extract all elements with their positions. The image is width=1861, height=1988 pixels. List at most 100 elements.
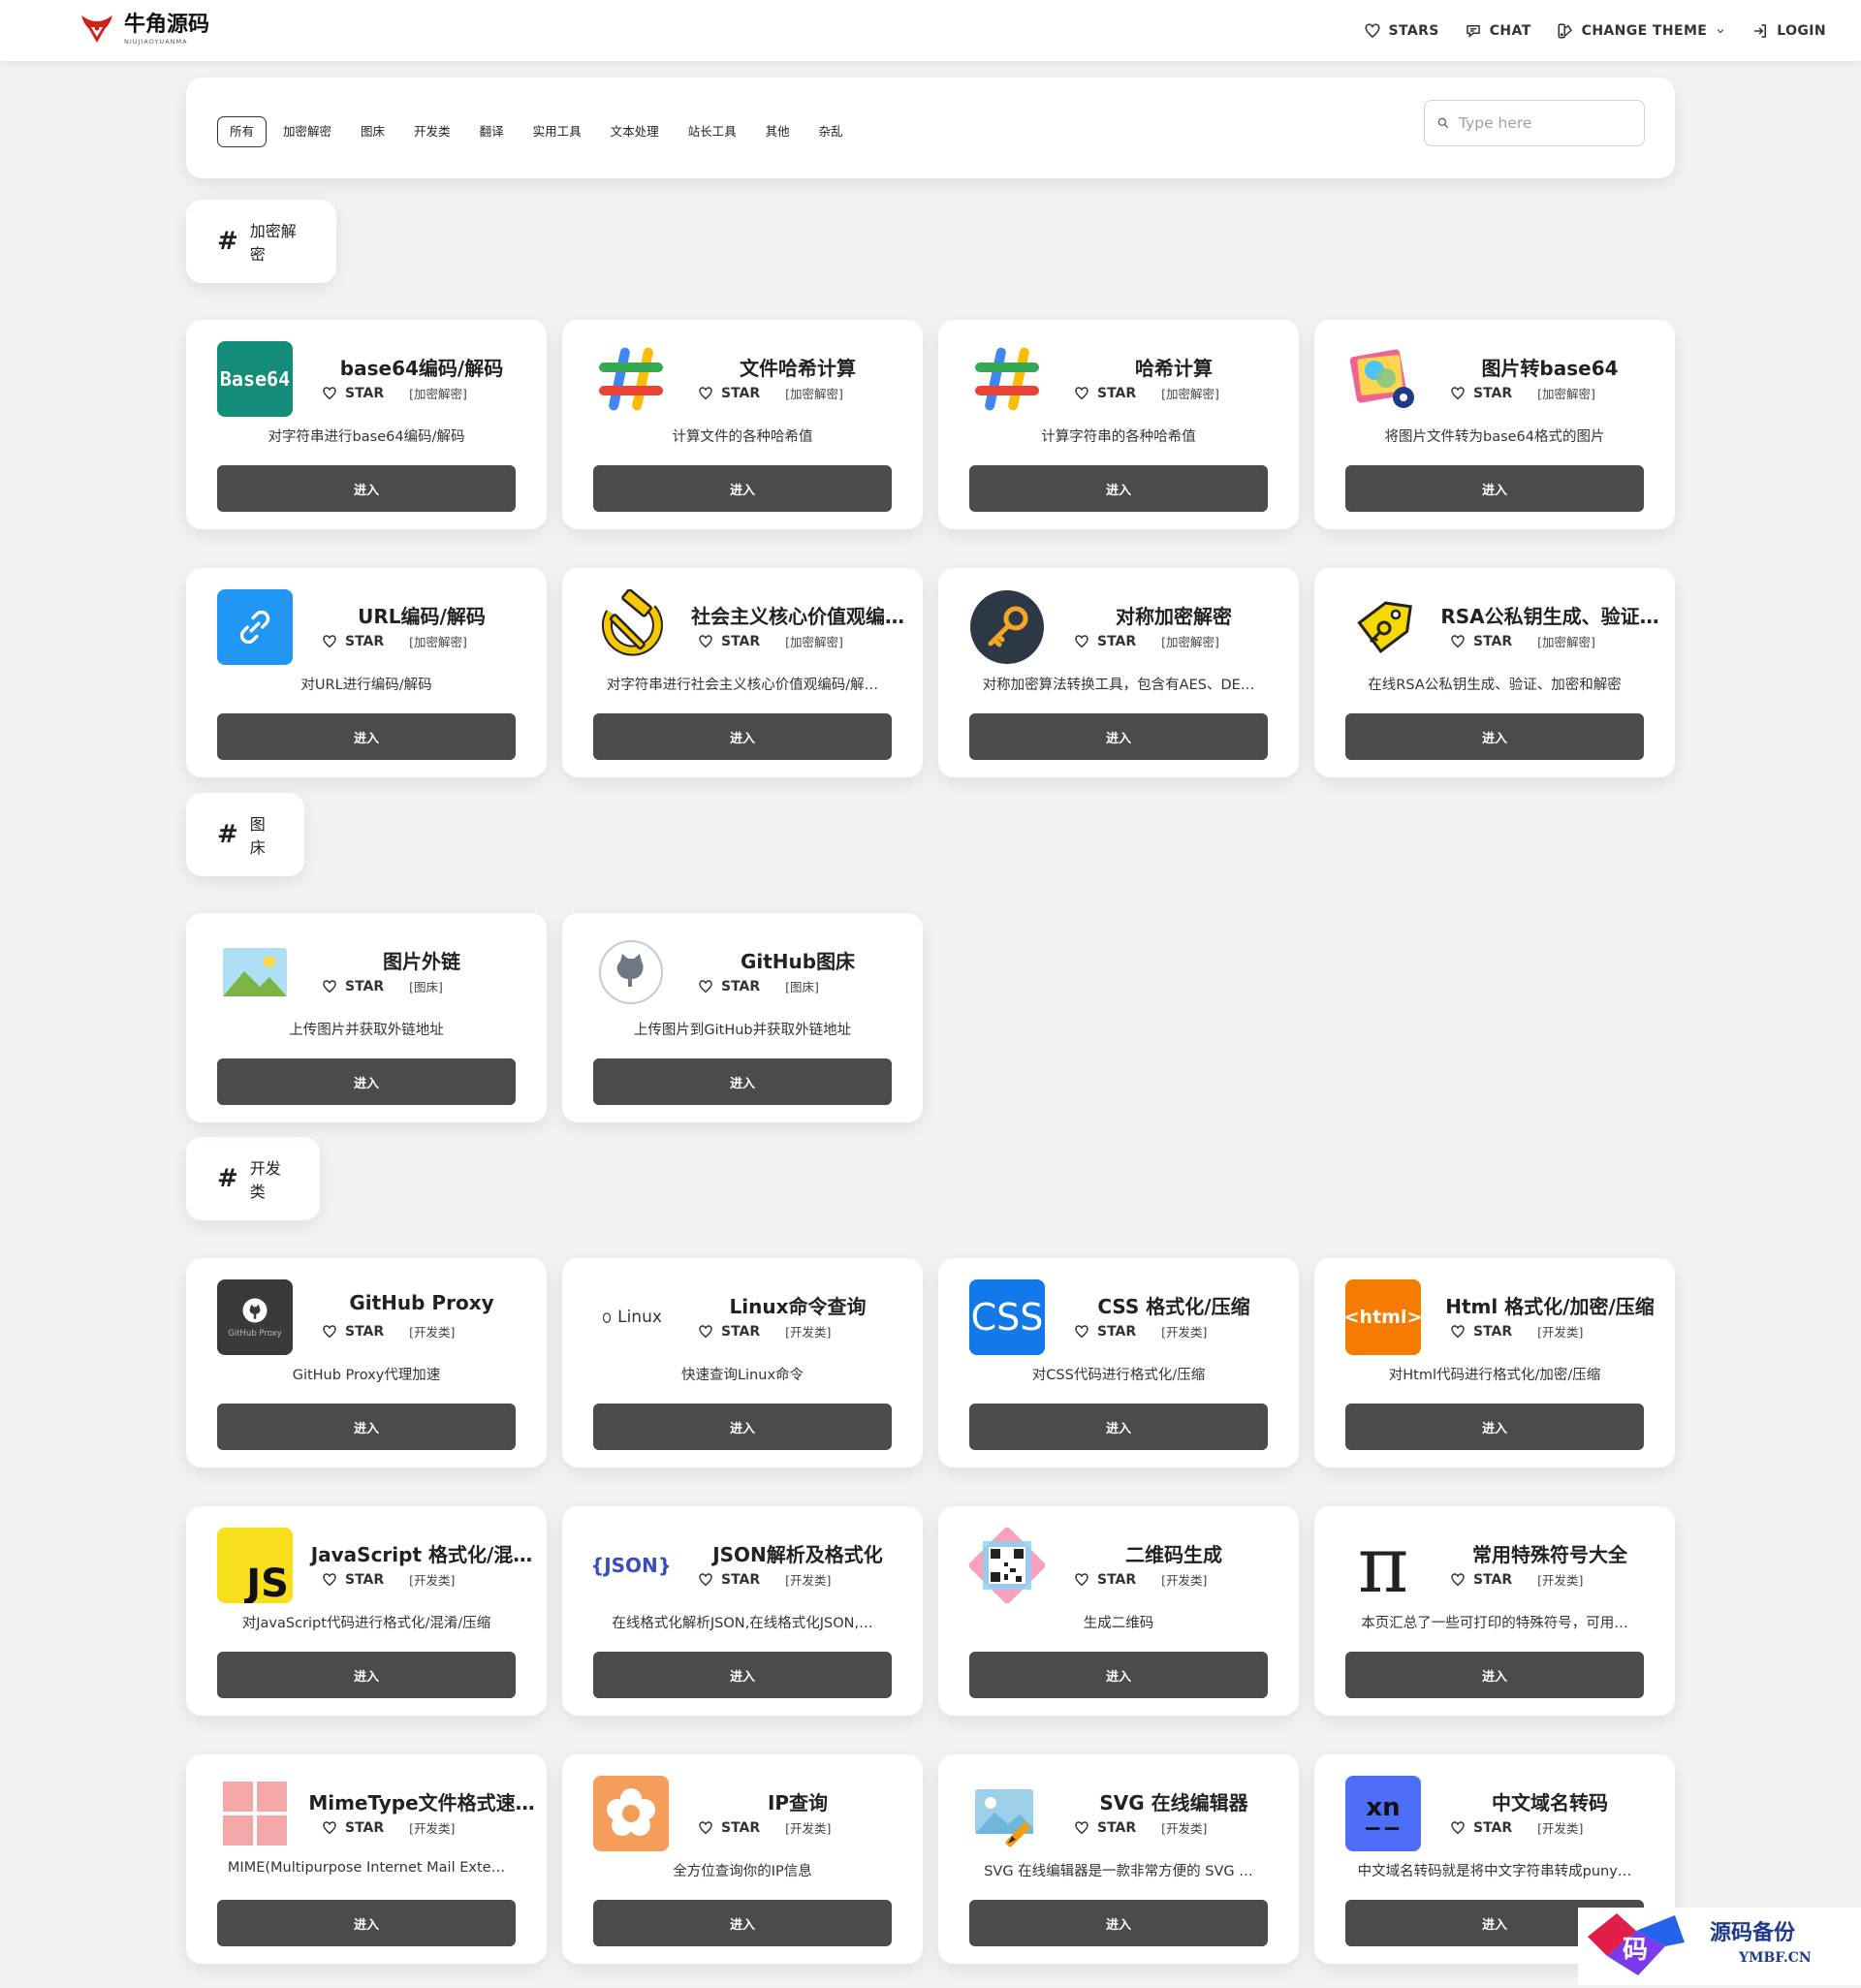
tool-title: 对称加密解密 <box>1116 605 1232 628</box>
star-button[interactable]: STAR <box>1450 634 1512 649</box>
top-navbar: 牛角源码 NIUJIAOYUANMA STARS CHAT CHANGE THE… <box>0 0 1861 61</box>
tool-title: 二维码生成 <box>1125 1543 1222 1566</box>
heart-icon <box>323 1324 336 1338</box>
star-button[interactable]: STAR <box>322 386 384 401</box>
tab-misc[interactable]: 杂乱 <box>806 116 856 147</box>
enter-button[interactable]: 进入 <box>217 713 516 760</box>
enter-button[interactable]: 进入 <box>1345 1652 1644 1698</box>
star-button[interactable]: STAR <box>322 979 384 994</box>
star-button[interactable]: STAR <box>1450 1324 1512 1340</box>
enter-button[interactable]: 进入 <box>593 1652 892 1698</box>
star-button[interactable]: STAR <box>322 634 384 649</box>
star-button[interactable]: STAR <box>698 386 760 401</box>
tool-title: 文件哈希计算 <box>740 357 856 380</box>
tool-title: 图片外链 <box>383 950 460 973</box>
enter-button[interactable]: 进入 <box>969 1900 1268 1946</box>
category-tag: [开发类] <box>1161 1325 1208 1340</box>
star-button[interactable]: STAR <box>698 1324 760 1340</box>
star-button[interactable]: STAR <box>698 1820 760 1836</box>
tab-encrypt-decrypt[interactable]: 加密解密 <box>270 116 344 147</box>
heart-icon <box>1451 1572 1465 1586</box>
nav-stars[interactable]: STARS <box>1364 22 1439 40</box>
enter-button[interactable]: 进入 <box>217 1900 516 1946</box>
nav-login[interactable]: LOGIN <box>1751 22 1826 40</box>
tab-utilities[interactable]: 实用工具 <box>520 116 594 147</box>
heart-icon <box>1075 386 1088 399</box>
tool-title: base64编码/解码 <box>339 357 504 380</box>
star-button[interactable]: STAR <box>1074 1820 1136 1836</box>
category-tag: [加密解密] <box>1161 635 1219 649</box>
enter-button[interactable]: 进入 <box>593 713 892 760</box>
star-button[interactable]: STAR <box>1074 634 1136 649</box>
star-button[interactable]: STAR <box>1074 386 1136 401</box>
svg-editor-icon <box>969 1776 1045 1851</box>
nav-chat-label: CHAT <box>1489 22 1531 39</box>
star-button[interactable]: STAR <box>1450 1572 1512 1588</box>
enter-button[interactable]: 进入 <box>969 465 1268 512</box>
star-button[interactable]: STAR <box>1074 1324 1136 1340</box>
nav-change-theme[interactable]: CHANGE THEME <box>1557 22 1727 40</box>
tab-image-hosting[interactable]: 图床 <box>348 116 397 147</box>
search-input[interactable] <box>1457 113 1635 133</box>
tab-all[interactable]: 所有 <box>217 116 268 147</box>
tool-description: 中文域名转码就是将中文字符串转成puny… <box>1357 1864 1632 1879</box>
enter-button[interactable]: 进入 <box>593 1900 892 1946</box>
star-button[interactable]: STAR <box>322 1324 384 1340</box>
nav-chat[interactable]: CHAT <box>1465 22 1531 40</box>
enter-button[interactable]: 进入 <box>1345 465 1644 512</box>
enter-button[interactable]: 进入 <box>217 465 516 512</box>
bull-horn-logo-icon <box>81 16 112 43</box>
enter-button[interactable]: 进入 <box>969 1652 1268 1698</box>
category-tag: [开发类] <box>409 1573 456 1588</box>
tool-card-qrcode: 二维码生成 STAR [开发类] 生成二维码 进入 <box>938 1506 1299 1716</box>
star-button[interactable]: STAR <box>322 1572 384 1588</box>
star-button[interactable]: STAR <box>698 1572 760 1588</box>
tab-other[interactable]: 其他 <box>753 116 803 147</box>
tab-development[interactable]: 开发类 <box>401 116 463 147</box>
category-tag: [加密解密] <box>785 635 843 649</box>
heart-icon <box>699 1572 712 1586</box>
enter-button[interactable]: 进入 <box>217 1404 516 1450</box>
tool-description: SVG 在线编辑器是一款非常方便的 SVG … <box>984 1864 1253 1879</box>
category-tag: [加密解密] <box>409 387 467 401</box>
nav-login-label: LOGIN <box>1777 22 1826 39</box>
punycode-icon: xn <box>1345 1776 1421 1851</box>
hash-icon <box>969 341 1045 417</box>
enter-button[interactable]: 进入 <box>217 1652 516 1698</box>
enter-button[interactable]: 进入 <box>593 1058 892 1105</box>
enter-button[interactable]: 进入 <box>593 465 892 512</box>
heart-icon <box>323 386 336 399</box>
enter-button[interactable]: 进入 <box>1345 1404 1644 1450</box>
search-box <box>1424 100 1645 146</box>
svg-text:码: 码 <box>1623 1936 1648 1965</box>
tool-title: MimeType文件格式速… <box>308 1791 535 1814</box>
nav-stars-label: STARS <box>1388 22 1439 39</box>
heart-icon <box>699 979 712 993</box>
tool-title: CSS 格式化/压缩 <box>1097 1295 1250 1318</box>
star-button[interactable]: STAR <box>322 1820 384 1836</box>
tool-title: 中文域名转码 <box>1492 1791 1608 1814</box>
star-button[interactable]: STAR <box>698 979 760 994</box>
brand-logo-link[interactable]: 牛角源码 NIUJIAOYUANMA <box>78 10 209 48</box>
tool-card-javascript-format: JS JavaScript 格式化/混… STAR [开发类] 对JavaScr… <box>186 1506 547 1716</box>
tool-card-file-hash: 文件哈希计算 STAR [加密解密] 计算文件的各种哈希值 进入 <box>562 320 923 529</box>
tab-translate[interactable]: 翻译 <box>467 116 517 147</box>
enter-button[interactable]: 进入 <box>969 1404 1268 1450</box>
category-tag: [开发类] <box>785 1325 832 1340</box>
enter-button[interactable]: 进入 <box>593 1404 892 1450</box>
star-button[interactable]: STAR <box>1074 1572 1136 1588</box>
hammer-sickle-icon <box>593 589 669 665</box>
enter-button[interactable]: 进入 <box>1345 713 1644 760</box>
star-button[interactable]: STAR <box>1450 386 1512 401</box>
search-icon <box>1437 117 1449 129</box>
enter-button[interactable]: 进入 <box>217 1058 516 1105</box>
tool-description: 上传图片到GitHub并获取外链地址 <box>633 1023 852 1038</box>
heart-icon <box>1451 1820 1465 1834</box>
tab-text-processing[interactable]: 文本处理 <box>598 116 672 147</box>
section-title: 图床 <box>249 815 266 857</box>
enter-button[interactable]: 进入 <box>969 713 1268 760</box>
star-button[interactable]: STAR <box>1450 1820 1512 1836</box>
heart-icon <box>699 386 712 399</box>
tab-webmaster-tools[interactable]: 站长工具 <box>676 116 749 147</box>
star-button[interactable]: STAR <box>698 634 760 649</box>
